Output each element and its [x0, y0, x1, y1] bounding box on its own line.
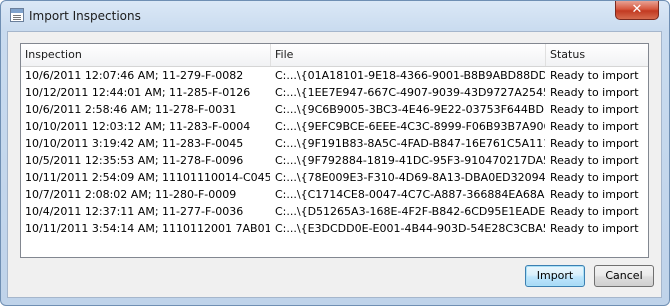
cell-status: Ready to import: [550, 171, 639, 184]
column-header-inspection[interactable]: Inspection: [21, 44, 271, 66]
column-header-status[interactable]: Status: [546, 44, 648, 66]
table-row[interactable]: 10/6/2011 12:07:46 AM; 11-279-F-0082 C:..…: [21, 67, 648, 84]
table-row[interactable]: 10/10/2011 3:19:42 AM; 11-283-F-0045 C:..…: [21, 135, 648, 152]
cell-file: C:...\{9C6B9005-3BC3-4E46-9E22-03753F644…: [275, 103, 545, 116]
cell-status: Ready to import: [550, 137, 639, 150]
cell-inspection: 10/11/2011 2:54:09 AM; 11101110014-C045Q…: [25, 171, 270, 184]
close-icon: ✕: [631, 2, 643, 17]
cell-inspection: 10/4/2011 12:37:11 AM; 11-277-F-0036: [25, 205, 244, 218]
title-bar[interactable]: Import Inspections ✕: [1, 1, 669, 31]
cell-status: Ready to import: [550, 103, 639, 116]
table-row[interactable]: 10/5/2011 12:35:53 AM; 11-278-F-0096 C:..…: [21, 152, 648, 169]
cell-file: C:...\{1EE7E947-667C-4907-9039-43D9727A2…: [275, 86, 545, 99]
import-inspections-dialog: Import Inspections ✕ Inspection File Sta…: [0, 0, 670, 306]
table-row[interactable]: 10/6/2011 2:58:46 AM; 11-278-F-0031 C:...…: [21, 101, 648, 118]
window-title: Import Inspections: [29, 9, 141, 23]
table-row[interactable]: 10/11/2011 2:54:09 AM; 11101110014-C045Q…: [21, 169, 648, 186]
list-rows: 10/6/2011 12:07:46 AM; 11-279-F-0082 C:..…: [21, 67, 648, 237]
dialog-body: Inspection File Status 10/6/2011 12:07:4…: [7, 31, 662, 298]
cell-inspection: 10/11/2011 3:54:14 AM; 1110112001 7AB013…: [25, 222, 270, 235]
table-row[interactable]: 10/4/2011 12:37:11 AM; 11-277-F-0036 C:..…: [21, 203, 648, 220]
cell-status: Ready to import: [550, 86, 639, 99]
cell-inspection: 10/10/2011 12:03:12 AM; 11-283-F-0004: [25, 120, 251, 133]
cell-file: C:...\{01A18101-9E18-4366-9001-B8B9ABD88…: [275, 69, 545, 82]
cell-file: C:...\{9F191B83-8A5C-4FAD-B847-16E761C5A…: [275, 137, 545, 150]
list-header: Inspection File Status: [21, 44, 648, 67]
table-row[interactable]: 10/11/2011 3:54:14 AM; 1110112001 7AB013…: [21, 220, 648, 237]
cell-status: Ready to import: [550, 188, 639, 201]
inspections-list[interactable]: Inspection File Status 10/6/2011 12:07:4…: [20, 43, 649, 258]
table-row[interactable]: 10/7/2011 2:08:02 AM; 11-280-F-0009 C:...…: [21, 186, 648, 203]
cell-inspection: 10/12/2011 12:44:01 AM; 11-285-F-0126: [25, 86, 251, 99]
cell-inspection: 10/6/2011 2:58:46 AM; 11-278-F-0031: [25, 103, 237, 116]
list-window-icon: [10, 8, 24, 22]
cell-file: C:...\{9EFC9BCE-6EEE-4C3C-8999-F06B93B7A…: [275, 120, 545, 133]
cell-file: C:...\{D51265A3-168E-4F2F-B842-6CD95E1EA…: [275, 205, 545, 218]
close-button[interactable]: ✕: [615, 1, 659, 20]
cancel-button[interactable]: Cancel: [594, 265, 654, 287]
import-button[interactable]: Import: [525, 265, 585, 287]
cell-status: Ready to import: [550, 222, 639, 235]
cell-file: C:...\{C1714CE8-0047-4C7C-A887-366884EA6…: [275, 188, 545, 201]
cell-status: Ready to import: [550, 120, 639, 133]
cell-file: C:...\{78E009E3-F310-4D69-8A13-DBA0ED320…: [275, 171, 545, 184]
column-header-file[interactable]: File: [271, 44, 546, 66]
cell-inspection: 10/7/2011 2:08:02 AM; 11-280-F-0009: [25, 188, 237, 201]
cell-file: C:...\{E3DCDD0E-E001-4B44-903D-54E28C3CB…: [275, 222, 545, 235]
cell-status: Ready to import: [550, 205, 639, 218]
cell-inspection: 10/6/2011 12:07:46 AM; 11-279-F-0082: [25, 69, 244, 82]
cell-inspection: 10/5/2011 12:35:53 AM; 11-278-F-0096: [25, 154, 244, 167]
table-row[interactable]: 10/10/2011 12:03:12 AM; 11-283-F-0004 C:.…: [21, 118, 648, 135]
cell-status: Ready to import: [550, 154, 639, 167]
cell-file: C:...\{9F792884-1819-41DC-95F3-910470217…: [275, 154, 545, 167]
table-row[interactable]: 10/12/2011 12:44:01 AM; 11-285-F-0126 C:.…: [21, 84, 648, 101]
cell-inspection: 10/10/2011 3:19:42 AM; 11-283-F-0045: [25, 137, 244, 150]
cell-status: Ready to import: [550, 69, 639, 82]
